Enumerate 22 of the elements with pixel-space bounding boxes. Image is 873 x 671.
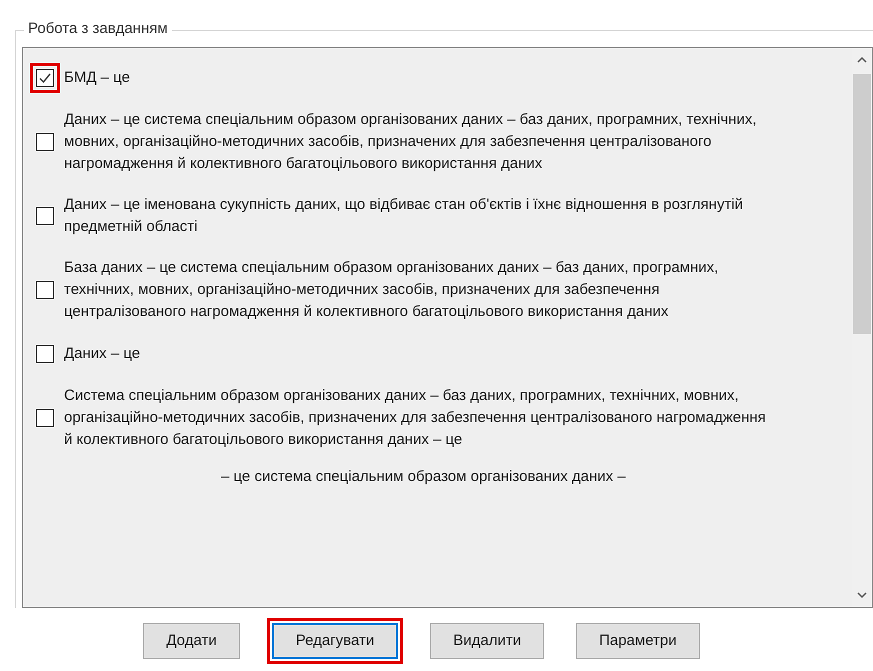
option-text: Даних – це іменована сукупність даних, що відбиває стан об'єктів і їхнє відношення в розглянутій предметній області bbox=[64, 195, 744, 237]
scroll-up-icon[interactable] bbox=[857, 56, 867, 64]
action-button[interactable]: Додати bbox=[143, 623, 240, 659]
action-button[interactable]: Видалити bbox=[430, 623, 544, 659]
checkbox[interactable] bbox=[36, 133, 54, 151]
scroll-down-icon[interactable] bbox=[857, 591, 867, 599]
checkbox[interactable] bbox=[36, 345, 54, 363]
checkbox[interactable] bbox=[36, 69, 54, 87]
option-text: Даних – це система спеціальним образом організованих даних – баз даних, програмних, технічних, мовних, організаційно-методичних засобів, призначених для забезпечення централізованого нагромадження й колективного багатоцільового використання даних bbox=[64, 110, 758, 174]
checkbox[interactable] bbox=[36, 207, 54, 225]
checkbox[interactable] bbox=[36, 281, 54, 299]
option-text: База даних – це система спеціальним образом організованих даних – баз даних, програмних, технічних, мовних, організаційно-методичних засобів, призначених для забезпечення централізованого нагромадження й колективного багатоцільового використання даних bbox=[64, 258, 720, 322]
option-text: БМД – це bbox=[64, 68, 131, 88]
option-text: Даних – це bbox=[64, 344, 142, 364]
group-title: Робота з завданням bbox=[24, 19, 172, 39]
action-button[interactable]: Редагувати bbox=[272, 623, 398, 659]
option-text: – це система спеціальним образом організованих даних – bbox=[220, 467, 627, 487]
scrollbar-thumb[interactable] bbox=[853, 74, 871, 334]
option-text: Система спеціальним образом організованих даних – баз даних, програмних, технічних, мовних, організаційно-методичних засобів, призначених для забезпечення централізованого нагромадження й колективного багатоцільового використання даних – це bbox=[64, 386, 767, 450]
checkbox[interactable] bbox=[36, 409, 54, 427]
check-icon bbox=[38, 71, 52, 85]
action-button[interactable]: Параметри bbox=[576, 623, 700, 659]
